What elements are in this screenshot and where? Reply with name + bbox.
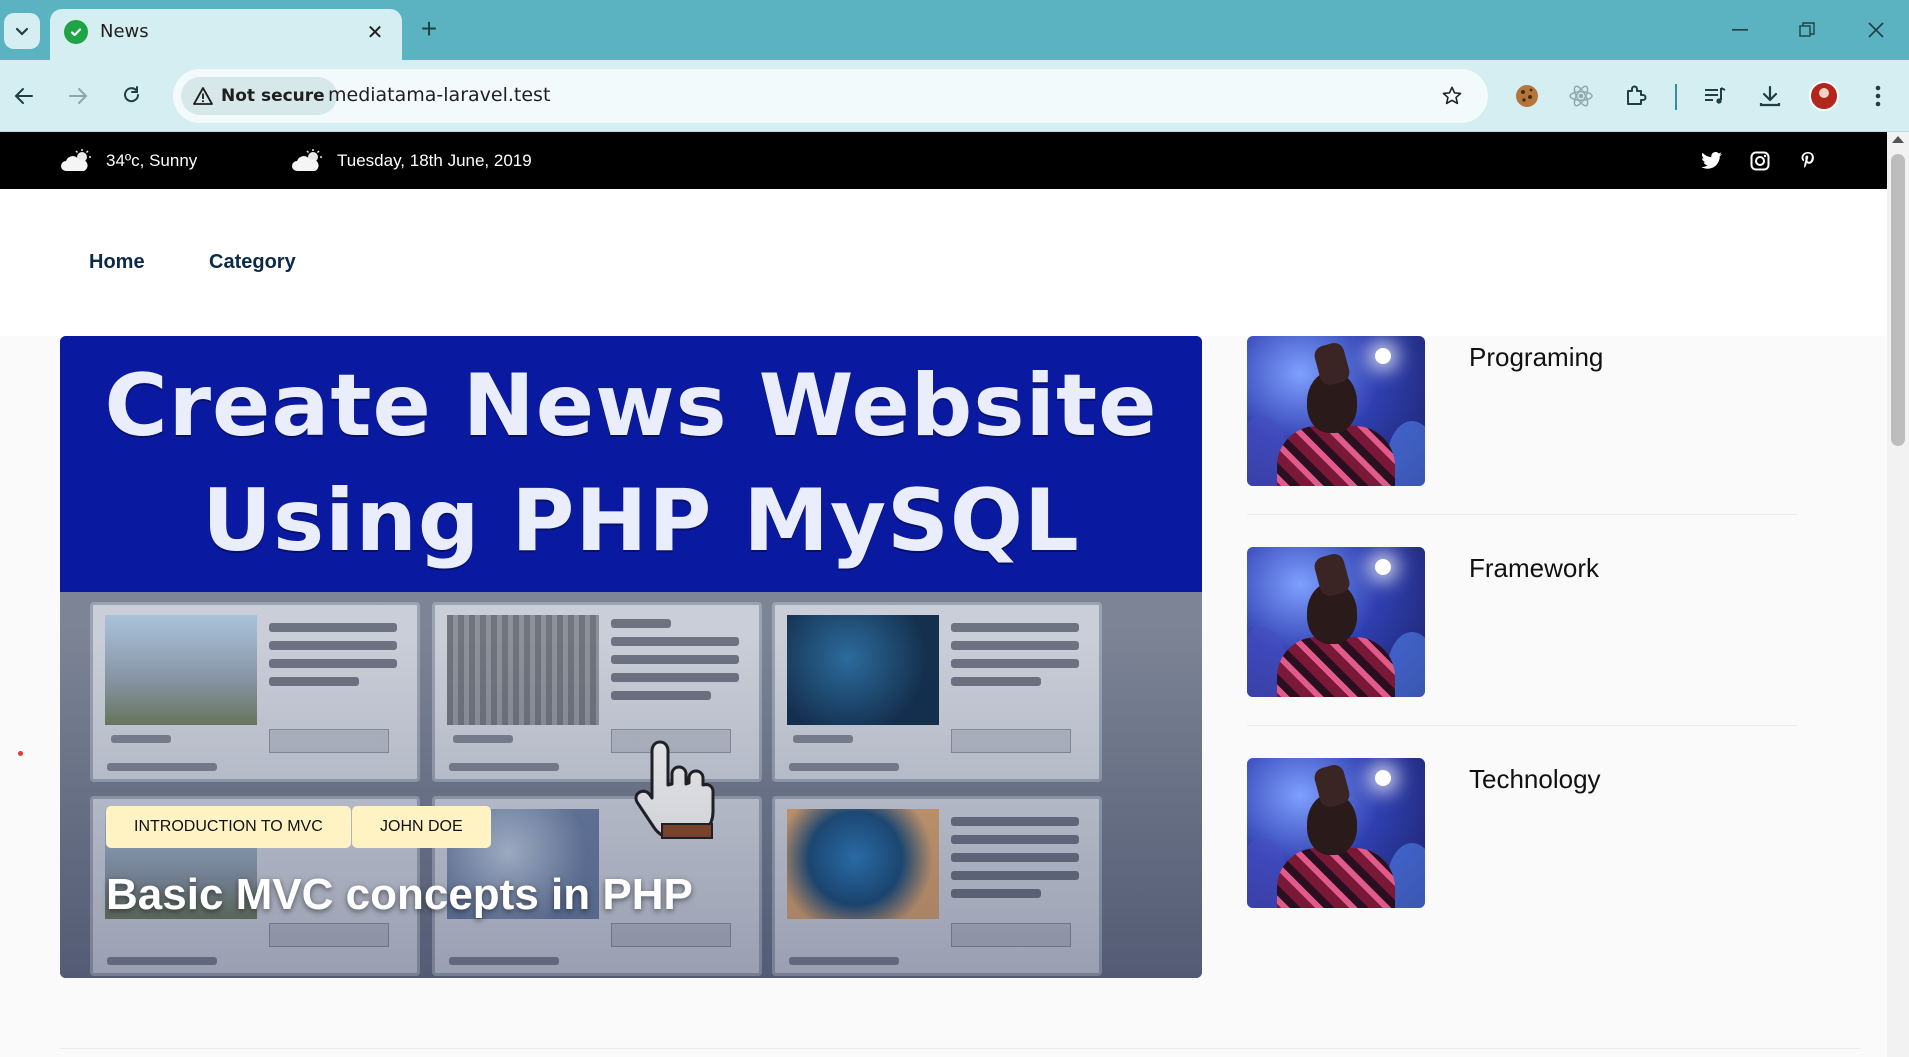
cookie-extension-button[interactable] bbox=[1507, 76, 1547, 116]
browser-tab-active[interactable]: News ✕ bbox=[50, 9, 402, 60]
cookie-icon bbox=[1516, 85, 1538, 107]
download-icon bbox=[1759, 85, 1781, 107]
category-item[interactable]: Technology bbox=[1247, 758, 1797, 908]
profile-button[interactable] bbox=[1804, 76, 1844, 116]
menu-button[interactable] bbox=[1858, 76, 1898, 116]
chevron-down-icon bbox=[15, 27, 29, 36]
site-header: Home Category bbox=[0, 189, 1887, 336]
pinterest-link[interactable] bbox=[1795, 148, 1821, 174]
minimize-icon bbox=[1732, 29, 1748, 31]
avatar bbox=[1809, 81, 1839, 111]
page-scrollbar[interactable] bbox=[1887, 132, 1909, 1057]
hero-image-headline-1: Create News Website bbox=[104, 356, 1158, 456]
scroll-up-arrow-icon[interactable] bbox=[1892, 136, 1904, 143]
hero-post-title[interactable]: Basic MVC concepts in PHP bbox=[106, 870, 693, 920]
scroll-thumb[interactable] bbox=[1891, 154, 1905, 446]
forward-button[interactable] bbox=[58, 76, 98, 116]
nav-home-link[interactable]: Home bbox=[89, 251, 145, 274]
category-thumbnail[interactable] bbox=[1247, 758, 1425, 908]
more-vertical-icon bbox=[1875, 85, 1881, 107]
featured-post[interactable]: Create News Website Using PHP MySQL INTR… bbox=[60, 336, 1202, 978]
main-content: Create News Website Using PHP MySQL INTR… bbox=[0, 336, 1887, 1057]
playlist-icon bbox=[1705, 87, 1726, 104]
category-title[interactable]: Programing bbox=[1469, 342, 1603, 373]
star-icon bbox=[1442, 86, 1462, 105]
category-thumbnail[interactable] bbox=[1247, 547, 1425, 697]
react-devtools-button[interactable] bbox=[1561, 76, 1601, 116]
back-button[interactable] bbox=[4, 76, 44, 116]
category-badge[interactable]: INTRODUCTION TO MVC bbox=[106, 806, 351, 848]
arrow-right-icon bbox=[69, 88, 88, 104]
toolbar-divider bbox=[1675, 84, 1677, 110]
twitter-link[interactable] bbox=[1699, 148, 1725, 174]
date-info: Tuesday, 18th June, 2019 bbox=[291, 149, 532, 173]
browser-tabstrip: News ✕ + bbox=[0, 0, 1909, 60]
instagram-link[interactable] bbox=[1747, 148, 1773, 174]
top-info-bar: 34ºc, Sunny Tuesday, 18th June, 2019 bbox=[0, 132, 1887, 189]
react-icon bbox=[1569, 85, 1593, 107]
check-circle-icon bbox=[64, 20, 88, 44]
address-bar[interactable]: Not secure mediatama-laravel.test bbox=[173, 69, 1488, 123]
bookmark-star-button[interactable] bbox=[1438, 82, 1466, 110]
divider bbox=[1247, 514, 1797, 515]
author-badge[interactable]: JOHN DOE bbox=[352, 806, 491, 848]
category-title[interactable]: Technology bbox=[1469, 764, 1601, 795]
category-item[interactable]: Programing bbox=[1247, 336, 1797, 515]
reload-icon bbox=[124, 86, 139, 103]
category-title[interactable]: Framework bbox=[1469, 553, 1599, 584]
instagram-icon bbox=[1750, 151, 1770, 171]
arrow-left-icon bbox=[14, 88, 33, 104]
puzzle-icon bbox=[1627, 85, 1647, 105]
partly-cloudy-icon bbox=[292, 149, 322, 171]
tab-search-button[interactable] bbox=[4, 13, 40, 49]
partly-cloudy-icon bbox=[61, 149, 91, 171]
tab-title: News bbox=[100, 21, 149, 42]
section-divider bbox=[60, 1048, 1860, 1049]
pinterest-icon bbox=[1801, 152, 1814, 168]
media-controls-button[interactable] bbox=[1695, 76, 1735, 116]
hero-image-headline-2: Using PHP MySQL bbox=[202, 471, 1080, 571]
category-item[interactable]: Framework bbox=[1247, 547, 1797, 726]
close-icon[interactable]: ✕ bbox=[362, 19, 388, 45]
security-chip[interactable]: Not secure bbox=[181, 77, 337, 115]
browser-toolbar: Not secure mediatama-laravel.test bbox=[0, 60, 1909, 132]
warning-icon bbox=[193, 87, 213, 105]
new-tab-button[interactable]: + bbox=[414, 13, 444, 44]
twitter-icon bbox=[1701, 152, 1722, 169]
category-thumbnail[interactable] bbox=[1247, 336, 1425, 486]
restore-icon bbox=[1799, 22, 1815, 37]
extensions-button[interactable] bbox=[1616, 76, 1656, 116]
restore-button[interactable] bbox=[1782, 8, 1832, 52]
window-close-button[interactable] bbox=[1851, 8, 1901, 52]
cursor-dot bbox=[18, 751, 23, 756]
url-text[interactable]: mediatama-laravel.test bbox=[328, 84, 550, 106]
weather-text: 34ºc, Sunny bbox=[106, 151, 198, 170]
reload-button[interactable] bbox=[112, 76, 152, 116]
date-text: Tuesday, 18th June, 2019 bbox=[337, 151, 532, 170]
divider bbox=[1247, 725, 1797, 726]
security-label: Not secure bbox=[221, 86, 325, 106]
web-page: 34ºc, Sunny Tuesday, 18th June, 2019 Hom… bbox=[0, 132, 1887, 1057]
nav-category-link[interactable]: Category bbox=[209, 251, 296, 274]
close-icon bbox=[1868, 22, 1884, 38]
downloads-button[interactable] bbox=[1750, 76, 1790, 116]
weather-info: 34ºc, Sunny bbox=[60, 149, 197, 173]
minimize-button[interactable] bbox=[1715, 8, 1765, 52]
